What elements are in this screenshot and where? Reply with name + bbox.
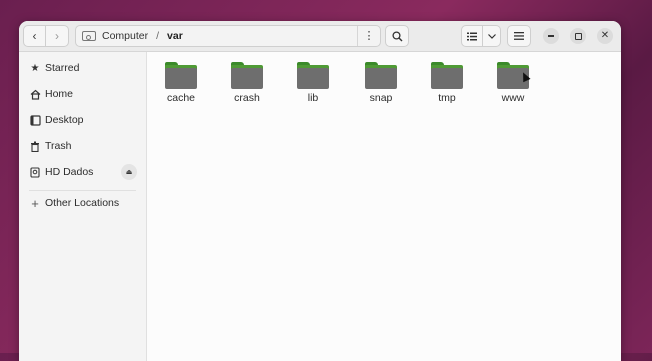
plus-icon: +	[31, 195, 39, 211]
sidebar-item-desktop[interactable]: Desktop	[19, 108, 146, 132]
path-menu-button[interactable]: ⋮	[357, 26, 380, 46]
path-separator: /	[156, 30, 160, 42]
desktop-icon	[27, 114, 43, 126]
sidebar: ★ Starred Home Desktop Trash HD Dados ⏏ …	[19, 52, 147, 361]
sidebar-item-label: Desktop	[45, 114, 84, 126]
folder-icon	[165, 62, 197, 90]
folder-name: www	[501, 92, 525, 104]
folder-item[interactable]: snap	[350, 59, 410, 109]
folder-name: crash	[234, 92, 260, 104]
sidebar-item-other-locations[interactable]: + Other Locations	[19, 191, 146, 215]
search-button[interactable]	[385, 25, 409, 47]
sidebar-item-trash[interactable]: Trash	[19, 134, 146, 158]
path-segment-computer[interactable]: Computer	[102, 30, 148, 42]
navigation-buttons: ‹ ›	[23, 25, 69, 47]
sidebar-item-label: Starred	[45, 62, 80, 74]
forward-button[interactable]: ›	[46, 25, 69, 47]
main-menu-button[interactable]	[507, 25, 531, 47]
folder-icon	[297, 62, 329, 90]
folder-name: tmp	[438, 92, 456, 104]
header-bar: ‹ › Computer / var ⋮ ✕	[19, 21, 621, 52]
folder-item[interactable]: www	[482, 59, 542, 109]
minimize-icon	[548, 35, 554, 37]
close-icon: ✕	[600, 30, 610, 41]
sidebar-item-home[interactable]: Home	[19, 82, 146, 106]
sidebar-item-label: Trash	[45, 140, 72, 152]
folder-name: snap	[369, 92, 393, 104]
eject-button[interactable]: ⏏	[121, 164, 137, 180]
trash-icon	[27, 141, 43, 152]
folder-icon	[431, 62, 463, 90]
drive-icon	[27, 166, 43, 178]
path-segment-current[interactable]: var	[167, 30, 183, 42]
hamburger-icon	[514, 32, 524, 40]
folder-item[interactable]: tmp	[416, 59, 476, 109]
drive-icon	[82, 31, 96, 41]
view-options-button[interactable]	[483, 25, 501, 47]
file-manager-window: ‹ › Computer / var ⋮ ✕ ★ Starred Home De…	[19, 21, 621, 361]
folder-item[interactable]: crash	[216, 59, 276, 109]
list-view-icon	[467, 32, 477, 40]
sidebar-item-label: HD Dados	[45, 166, 94, 178]
minimize-button[interactable]	[543, 28, 559, 44]
list-view-button[interactable]	[461, 25, 483, 47]
sidebar-item-label: Home	[45, 88, 74, 100]
file-view[interactable]: cache crash lib snap tmp www	[147, 52, 621, 361]
close-button[interactable]: ✕	[597, 28, 613, 44]
home-icon	[27, 89, 43, 100]
star-icon: ★	[30, 62, 40, 74]
eject-icon: ⏏	[125, 169, 133, 176]
sidebar-item-hd-dados[interactable]: HD Dados ⏏	[19, 160, 146, 184]
maximize-button[interactable]	[570, 28, 586, 44]
vertical-dots-icon: ⋮	[363, 29, 375, 42]
folder-item[interactable]: cache	[150, 59, 210, 109]
folder-name: lib	[307, 92, 319, 104]
chevron-left-icon: ‹	[32, 29, 37, 43]
search-icon	[391, 30, 402, 41]
folder-icon	[365, 62, 397, 90]
folder-icon	[231, 62, 263, 90]
chevron-right-icon: ›	[55, 29, 59, 43]
path-bar[interactable]: Computer / var ⋮	[75, 25, 381, 47]
sidebar-item-label: Other Locations	[45, 197, 120, 209]
folder-name: cache	[166, 92, 196, 104]
chevron-down-icon	[487, 33, 496, 39]
maximize-icon	[574, 32, 582, 40]
folder-item[interactable]: lib	[282, 59, 342, 109]
sidebar-item-starred[interactable]: ★ Starred	[19, 56, 146, 80]
back-button[interactable]: ‹	[23, 25, 46, 47]
